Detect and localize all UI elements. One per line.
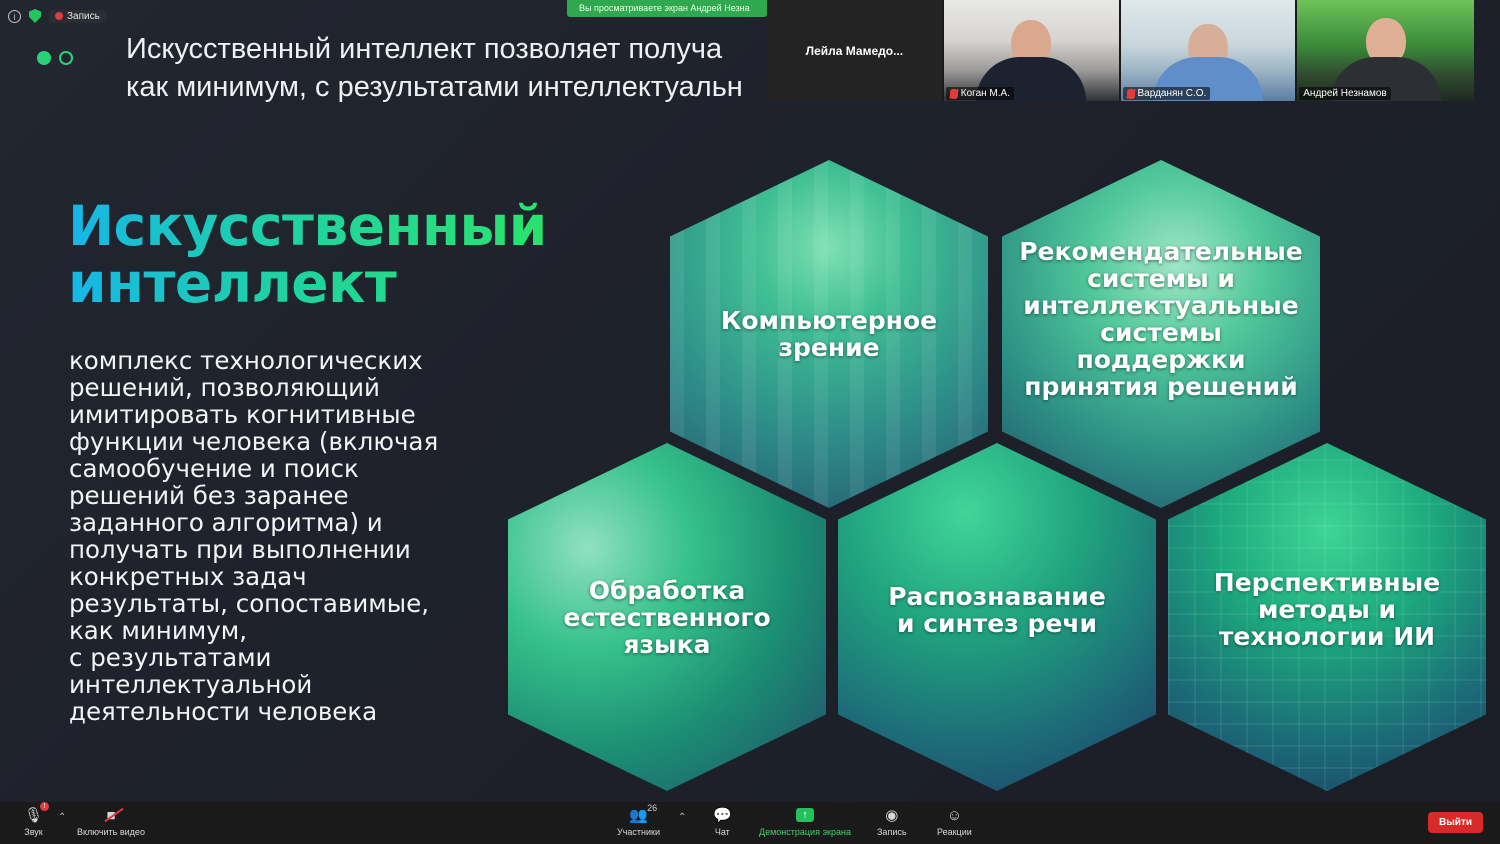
participants-count: 26 — [647, 803, 658, 813]
dot-ring-icon — [59, 51, 73, 65]
definition-line: конкретных задач — [69, 562, 307, 591]
share-screen-button[interactable]: ↑ Демонстрация экрана — [759, 806, 851, 837]
definition-line: заданного алгоритма) и — [69, 508, 383, 537]
reactions-button[interactable]: ☺ Реакции — [937, 806, 972, 838]
hex-label-line: методы и — [1257, 594, 1397, 624]
definition-line: результаты, сопоставимые, — [69, 589, 429, 618]
meeting-status-bar: i Запись — [8, 8, 106, 24]
recording-indicator[interactable]: Запись — [49, 9, 106, 23]
video-strip: Лейла Мамедо... Коган М.А. Варданян С.О.… — [767, 0, 1474, 101]
slide-header: Искусственный интеллект позволяет получа… — [126, 30, 766, 106]
hex-recommender-systems: Рекомендательные системы и интеллектуаль… — [1002, 160, 1320, 508]
participants-label: Участники — [617, 827, 660, 837]
definition-line: с результатами — [69, 643, 272, 672]
alert-badge: ! — [40, 802, 50, 811]
hex-label-line: и синтез речи — [896, 609, 1098, 638]
chat-button[interactable]: 💬 Чат — [713, 806, 732, 837]
hex-label-line: Компьютерное — [720, 306, 938, 335]
participant-tile-name-only[interactable]: Лейла Мамедо... — [767, 0, 942, 101]
participant-name: Коган М.А. — [960, 88, 1010, 99]
hex-label: Перспективные методы и технологии ИИ — [1200, 569, 1454, 650]
slide-header-line-1: Искусственный интеллект позволяет получа — [126, 33, 723, 65]
start-video-button[interactable]: ■ Включить видео — [77, 806, 145, 838]
share-screen-label: Демонстрация экрана — [759, 827, 851, 837]
participant-label: Андрей Незнамов — [1299, 87, 1391, 100]
mic-muted-icon — [949, 88, 958, 99]
participant-label: Варданян С.О. — [1122, 87, 1211, 100]
definition-line: как минимум, — [69, 616, 247, 645]
meeting-toolbar: 🎙! Звук ⌃ ■ Включить видео 👥26 Участники… — [0, 802, 1500, 844]
participants-icon: 👥 26 — [629, 803, 658, 824]
hex-label-line: Рекомендательные — [1019, 237, 1303, 266]
participants-button[interactable]: 👥 26 Участники — [617, 803, 660, 837]
audio-label: Звук — [24, 827, 43, 837]
definition-line: функции человека (включая — [69, 427, 439, 456]
participants-options-caret[interactable]: ⌃ — [678, 812, 686, 823]
slide-header-line-2: как минимум, с результатами интеллектуал… — [126, 71, 743, 103]
record-icon: ◉ — [885, 807, 899, 824]
hex-computer-vision: Компьютерное зрение — [670, 160, 988, 508]
hex-label: Обработка естественного языка — [549, 577, 784, 658]
hex-advanced-methods: Перспективные методы и технологии ИИ — [1168, 443, 1486, 791]
viewing-screen-banner[interactable]: Вы просматриваете экран Андрей Незна — [567, 0, 767, 17]
record-button[interactable]: ◉ Запись — [877, 806, 907, 837]
hex-label-line: системы поддержки — [1076, 318, 1246, 374]
ai-title: Искусственный интеллект — [68, 198, 547, 312]
hex-label-line: Обработка — [588, 575, 746, 605]
hex-label-line: зрение — [778, 333, 880, 362]
dot-filled-icon — [37, 51, 51, 65]
definition-line: самообучение и поиск — [69, 454, 359, 483]
shared-screen: i Запись Вы просматриваете экран Андрей … — [0, 0, 1500, 802]
hex-label-line: языка — [623, 629, 711, 659]
hex-label-line: системы и — [1087, 264, 1235, 293]
participant-name: Варданян С.О. — [1137, 88, 1207, 99]
definition-line: интеллектуальной — [69, 670, 313, 699]
ai-definition: комплекс технологических решений, позвол… — [69, 347, 489, 725]
participant-video-tile[interactable]: Андрей Незнамов — [1297, 0, 1474, 101]
audio-button[interactable]: 🎙! Звук — [24, 802, 50, 837]
participant-name: Андрей Незнамов — [1303, 88, 1387, 99]
ai-title-line-1: Искусственный — [68, 194, 547, 258]
participant-name: Лейла Мамедо... — [805, 43, 904, 58]
audio-options-caret[interactable]: ⌃ — [58, 812, 66, 823]
participant-label: Коган М.А. — [945, 87, 1014, 100]
reactions-icon: ☺ — [946, 806, 963, 824]
info-icon[interactable]: i — [8, 9, 21, 23]
chat-label: Чат — [714, 827, 730, 837]
mic-muted-icon — [1126, 88, 1135, 99]
hex-label-line: интеллектуальные — [1023, 291, 1299, 320]
hex-label: Компьютерное зрение — [707, 307, 951, 361]
hex-label-line: принятия решений — [1024, 372, 1298, 401]
participant-video-tile[interactable]: Варданян С.О. — [1120, 0, 1296, 101]
hex-label: Рекомендательные системы и интеллектуаль… — [1002, 238, 1320, 400]
record-label: Запись — [877, 827, 907, 837]
video-label: Включить видео — [77, 827, 145, 837]
recording-label: Запись — [67, 10, 100, 22]
hex-label: Распознавание и синтез речи — [874, 583, 1120, 637]
microphone-icon: 🎙! — [24, 802, 50, 824]
participant-video-tile[interactable]: Коган М.А. — [943, 0, 1119, 101]
hex-label-line: естественного — [563, 602, 771, 632]
share-screen-icon: ↑ — [795, 806, 814, 824]
hex-label-line: Распознавание — [888, 582, 1106, 611]
ai-title-line-2: интеллект — [68, 251, 397, 315]
record-dot-icon — [55, 12, 63, 20]
chat-icon: 💬 — [713, 807, 732, 824]
hex-nlp: Обработка естественного языка — [508, 443, 826, 791]
shield-icon[interactable] — [29, 9, 41, 23]
hex-label-line: технологии ИИ — [1218, 621, 1436, 651]
slide-dots — [37, 51, 73, 65]
definition-line: получать при выполнении — [69, 535, 411, 564]
definition-line: имитировать когнитивные — [69, 400, 416, 429]
definition-line: решений, позволяющий — [69, 373, 380, 402]
hex-speech: Распознавание и синтез речи — [838, 443, 1156, 791]
reactions-label: Реакции — [937, 827, 972, 837]
leave-button[interactable]: Выйти — [1428, 812, 1483, 833]
definition-line: деятельности человека — [69, 697, 378, 726]
definition-line: комплекс технологических — [69, 346, 423, 375]
video-off-icon: ■ — [104, 806, 125, 824]
definition-line: решений без заранее — [69, 481, 349, 510]
hex-label-line: Перспективные — [1213, 567, 1441, 597]
